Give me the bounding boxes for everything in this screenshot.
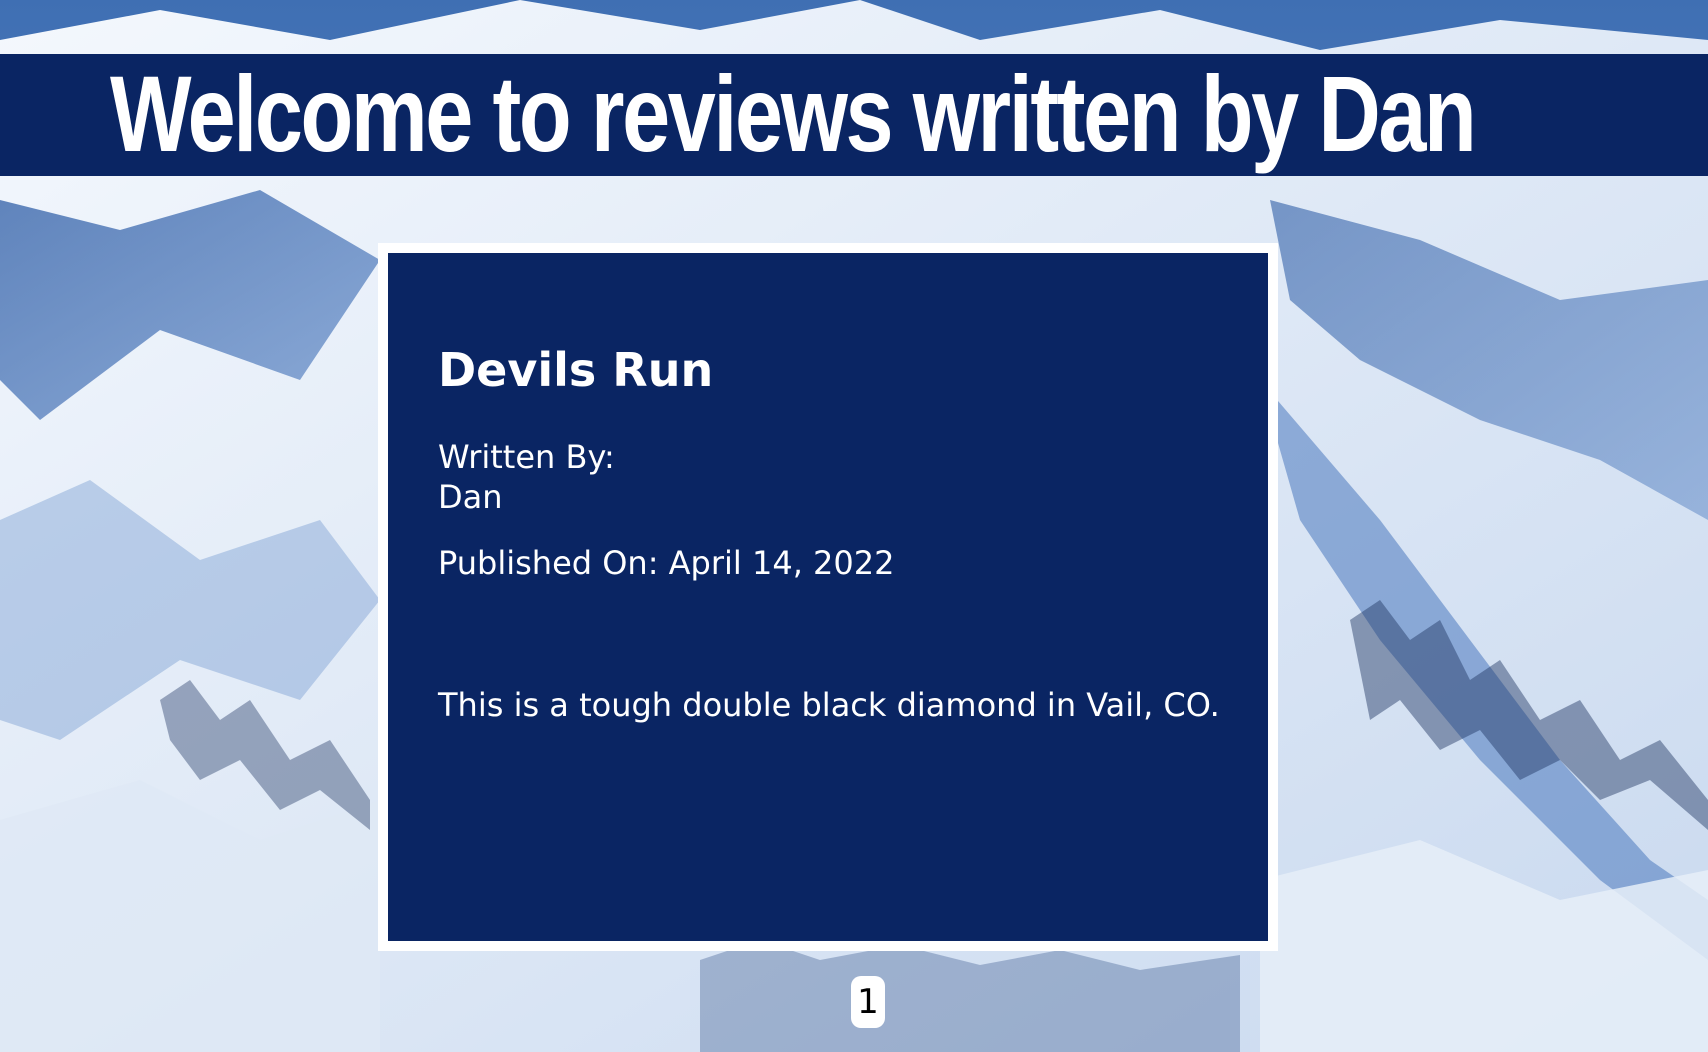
review-title: Devils Run bbox=[438, 343, 714, 397]
page-title: Welcome to reviews written by Dan bbox=[110, 54, 1477, 174]
header-banner: Welcome to reviews written by Dan bbox=[0, 54, 1708, 176]
review-card: Devils Run Written By: Dan Published On:… bbox=[378, 243, 1278, 951]
author-block: Written By: Dan bbox=[438, 437, 615, 517]
page-number-button[interactable]: 1 bbox=[851, 976, 885, 1028]
written-by-label: Written By: bbox=[438, 438, 615, 476]
review-body: This is a tough double black diamond in … bbox=[438, 686, 1220, 724]
published-date: Published On: April 14, 2022 bbox=[438, 544, 895, 582]
author-name: Dan bbox=[438, 478, 503, 516]
